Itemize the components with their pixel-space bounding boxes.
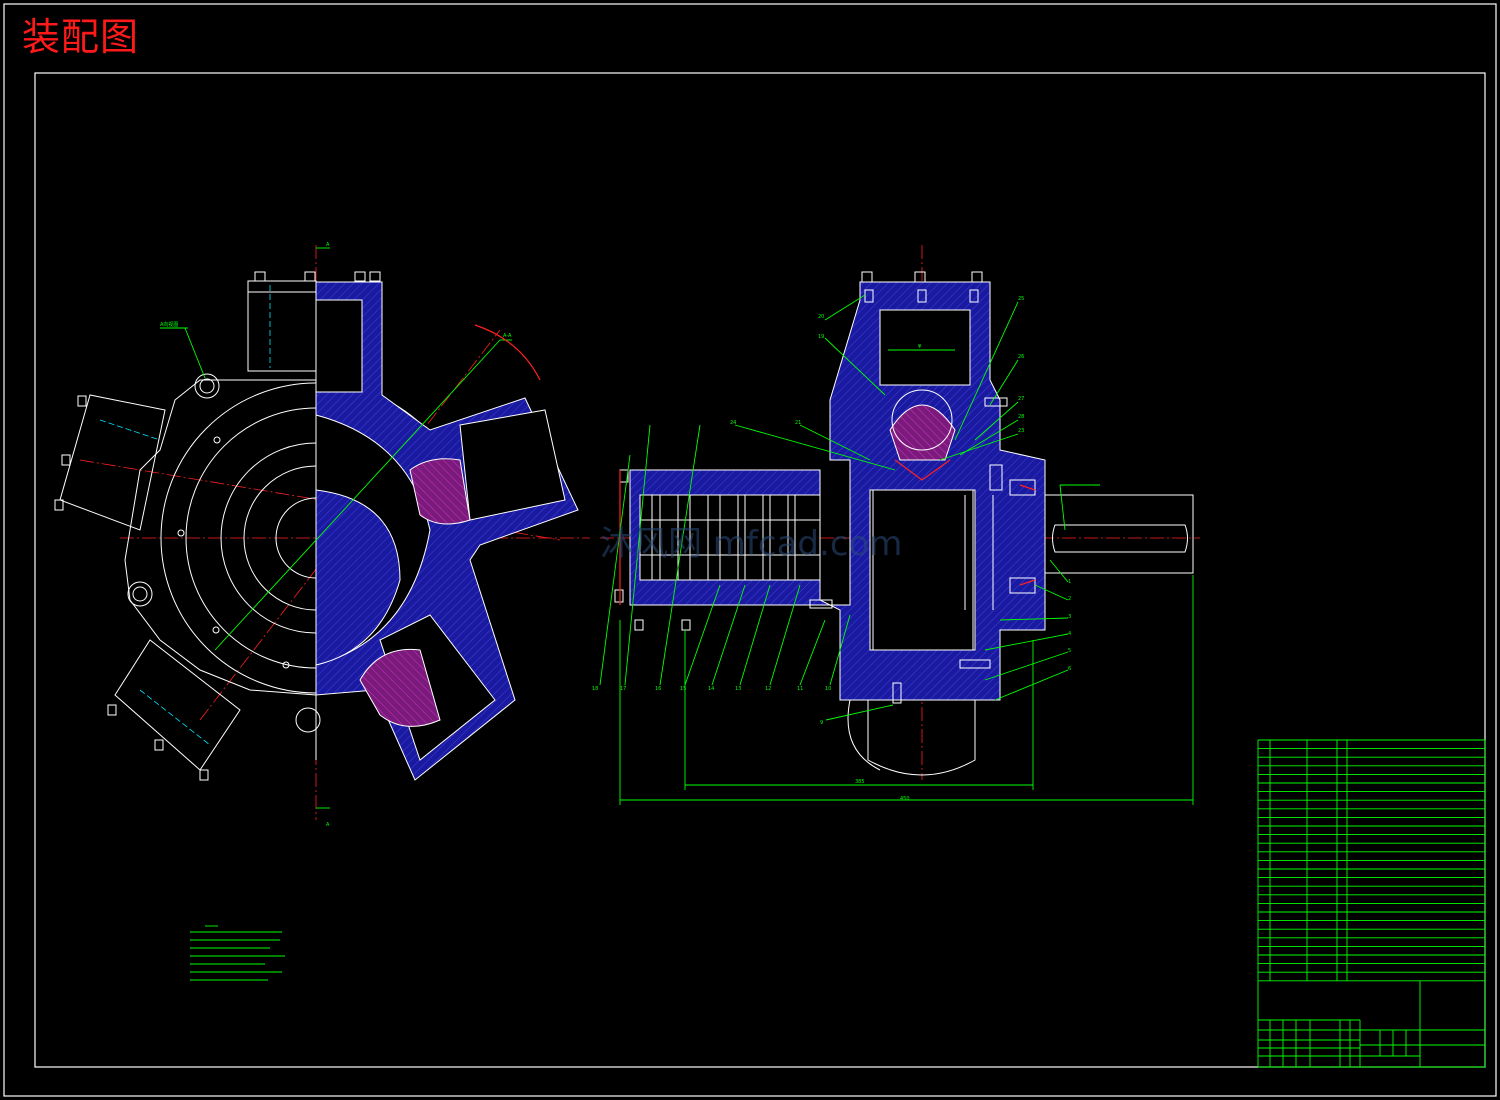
svg-text:9: 9 [820,720,823,726]
svg-text:28: 28 [1018,414,1024,420]
svg-text:18: 18 [592,686,598,692]
svg-text:15: 15 [680,686,686,692]
svg-text:23: 23 [1018,428,1024,434]
svg-text:A-A: A-A [503,333,512,339]
svg-text:19: 19 [818,334,824,340]
svg-text:450: 450 [900,796,910,802]
svg-text:17: 17 [620,686,626,692]
svg-text:2: 2 [1068,596,1071,602]
svg-text:20: 20 [818,314,824,320]
svg-text:A: A [326,822,330,828]
svg-text:26: 26 [1018,354,1024,360]
svg-text:6: 6 [1068,666,1071,672]
svg-text:3: 3 [1068,614,1071,620]
svg-text:11: 11 [797,686,803,692]
longitudinal-section-view: 450 385 φ 18 17 16 15 14 13 12 11 10 9 2… [592,245,1200,805]
svg-text:25: 25 [1018,296,1024,302]
svg-text:5: 5 [1068,648,1071,654]
svg-text:13: 13 [735,686,741,692]
svg-text:385: 385 [855,779,865,785]
svg-text:12: 12 [765,686,771,692]
svg-text:10: 10 [825,686,831,692]
svg-text:14: 14 [708,686,714,692]
radial-end-view: A向视图 A-A A A [54,242,590,828]
svg-text:1: 1 [1068,579,1071,585]
svg-text:4: 4 [1068,631,1071,637]
svg-text:A: A [326,242,330,248]
svg-text:沐风网 mfcad.com: 沐风网 mfcad.com [600,524,902,564]
svg-text:16: 16 [655,686,661,692]
svg-text:27: 27 [1018,396,1024,402]
cad-drawing-canvas[interactable]: A向视图 A-A A A 450 385 φ 18 17 16 15 14 13… [0,0,1500,1100]
svg-text:24: 24 [730,420,736,426]
svg-text:21: 21 [795,420,801,426]
parts-list-table [1257,739,1486,1068]
technical-requirements [190,925,285,981]
svg-text:A向视图: A向视图 [160,321,178,328]
